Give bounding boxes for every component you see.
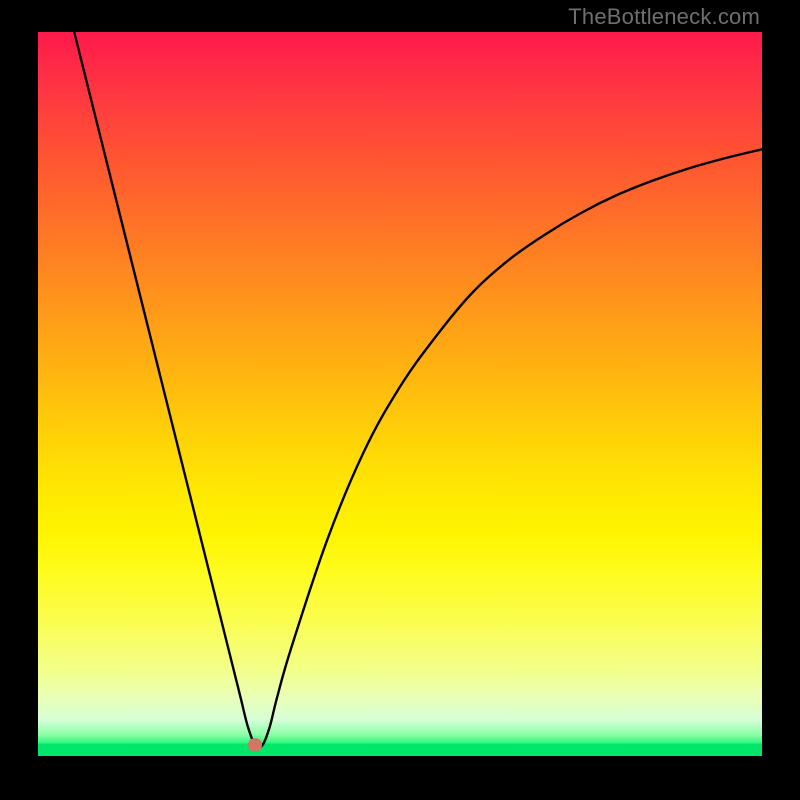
watermark-label: TheBottleneck.com [568,4,760,30]
chart-frame [38,32,762,756]
marker-dot [248,738,262,752]
bottleneck-curve [38,32,762,756]
curve-path [74,32,762,748]
